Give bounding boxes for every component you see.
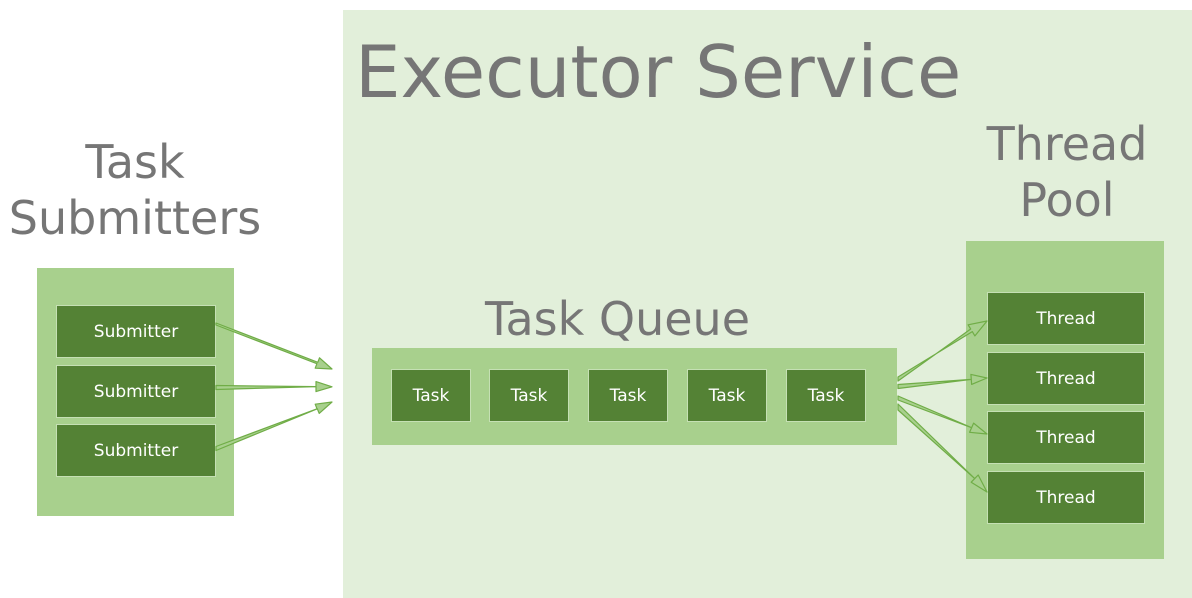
arrow-queue-to-thread-1 bbox=[897, 320, 988, 382]
arrow-queue-to-thread-3 bbox=[897, 395, 988, 435]
arrow-submitter-2-to-queue bbox=[215, 381, 333, 393]
arrow-submitter-1-to-queue bbox=[215, 322, 333, 370]
flow-arrows bbox=[215, 320, 988, 493]
arrow-submitter-3-to-queue bbox=[215, 401, 333, 452]
arrow-queue-to-thread-2 bbox=[897, 373, 988, 390]
